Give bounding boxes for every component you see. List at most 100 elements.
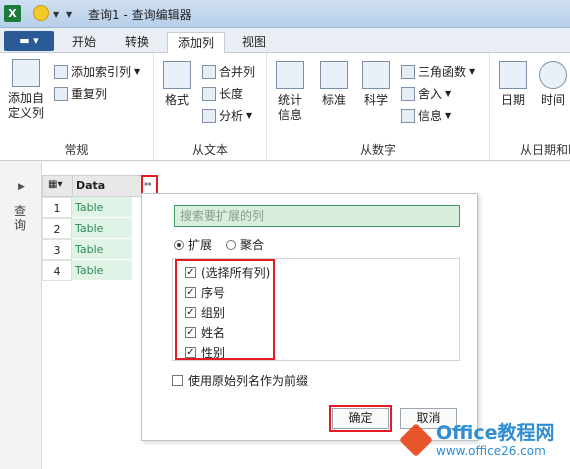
parse-button[interactable]: 分析 ▼ [202, 107, 252, 124]
mode-aggregate-label: 聚合 [240, 238, 265, 252]
merge-columns-icon [202, 64, 216, 79]
standard-math-icon [320, 61, 348, 89]
chevron-down-icon: ▼ [246, 111, 253, 120]
add-custom-column-label: 添加自定义列 [7, 91, 44, 120]
checkbox-unchecked-icon [172, 375, 183, 386]
table-cell[interactable]: Table [72, 197, 132, 218]
length-icon [202, 86, 216, 101]
table-cell[interactable]: Table [72, 239, 132, 260]
column-header-data[interactable]: Data [72, 175, 142, 197]
expand-pane-icon[interactable]: ▶ [18, 182, 25, 192]
parse-icon [202, 108, 216, 123]
group-from-text: 格式 合并列 长度 分析 ▼ 从文本 [154, 53, 267, 161]
exponent-icon [362, 61, 390, 89]
radio-unselected-icon [226, 239, 236, 250]
tab-add-column[interactable]: 添加列 [167, 32, 225, 53]
format-button[interactable]: 格式 [160, 61, 194, 108]
group-label-from-datetime: 从日期和时 [520, 143, 570, 157]
information-icon [401, 108, 415, 123]
information-label: 信息 [418, 109, 443, 123]
table-cell[interactable]: Table [72, 218, 132, 239]
group-from-number: 统计信息 标准 科学 三角函数 ▼ 舍入 ▼ 信息 ▼ 从数字 [267, 53, 490, 161]
highlight-box [175, 259, 275, 360]
statistics-label: 统计信息 [277, 93, 302, 122]
length-label: 长度 [219, 87, 244, 101]
time-button[interactable]: 时间 [536, 61, 570, 108]
standard-label: 标准 [321, 93, 346, 107]
group-label-general: 常规 [64, 143, 89, 157]
trigonometry-label: 三角函数 [418, 65, 467, 79]
calendar-icon [499, 61, 527, 89]
mode-expand-label: 扩展 [188, 238, 213, 252]
queries-pane: ▶ 查询 [0, 162, 42, 469]
group-from-datetime: 日期 时间 从日期和时 [490, 53, 570, 161]
row-number: 3 [42, 239, 72, 260]
time-label: 时间 [540, 93, 565, 107]
expand-icon: ⇔ [144, 180, 152, 190]
excel-icon[interactable]: X [4, 5, 21, 22]
watermark-url: www.office26.com [436, 444, 546, 458]
sigma-icon [276, 61, 304, 89]
chevron-down-icon: ▼ [445, 89, 452, 98]
duplicate-column-label: 重复列 [71, 87, 108, 101]
group-label-from-number: 从数字 [359, 143, 396, 157]
tab-view[interactable]: 视图 [232, 32, 276, 53]
watermark-title: Office教程网 [436, 422, 555, 444]
date-button[interactable]: 日期 [496, 61, 530, 108]
add-index-column-button[interactable]: 添加索引列 ▼ [54, 63, 140, 80]
customize-toolbar-icon[interactable]: ▼ [66, 10, 72, 19]
table-icon: ▦▾ [48, 179, 63, 190]
duplicate-column-icon [54, 86, 68, 101]
tab-transform[interactable]: 转换 [114, 32, 160, 53]
add-custom-column-button[interactable]: 添加自定义列 [6, 59, 46, 121]
index-column-icon [54, 64, 68, 79]
row-number: 2 [42, 218, 72, 239]
statistics-button[interactable]: 统计信息 [273, 61, 307, 123]
smiley-feedback-icon[interactable] [33, 5, 49, 21]
chevron-down-icon: ▼ [445, 111, 452, 120]
ribbon-tabs: ▬ ▾ 开始 转换 添加列 视图 [0, 28, 570, 53]
duplicate-column-button[interactable]: 重复列 [54, 85, 107, 102]
mode-aggregate-radio[interactable]: 聚合 [226, 236, 264, 253]
chevron-down-icon: ▼ [134, 67, 141, 76]
custom-column-icon [12, 59, 40, 87]
chevron-down-icon[interactable]: ▼ [53, 10, 59, 19]
table-cell[interactable]: Table [72, 260, 132, 281]
title-bar: X ▼ ▼ 查询1 - 查询编辑器 [0, 0, 570, 28]
group-general: 添加自定义列 添加索引列 ▼ 重复列 常规 [0, 53, 154, 161]
expand-columns-popup: 搜索要扩展的列 扩展 聚合 ✓ (选择所有列) ✓ 序号 ✓ 组别 ✓ 姓名 ✓… [141, 193, 478, 441]
merge-columns-button[interactable]: 合并列 [202, 63, 255, 80]
search-columns-input[interactable]: 搜索要扩展的列 [174, 205, 460, 227]
rounding-button[interactable]: 舍入 ▼ [401, 85, 451, 102]
rounding-label: 舍入 [418, 87, 443, 101]
use-prefix-checkbox[interactable]: 使用原始列名作为前缀 [172, 372, 308, 389]
queries-pane-label: 查询 [14, 204, 27, 232]
scientific-label: 科学 [363, 93, 388, 107]
length-button[interactable]: 长度 [202, 85, 243, 102]
row-number: 1 [42, 197, 72, 218]
group-label-from-text: 从文本 [191, 143, 228, 157]
highlight-box [329, 405, 392, 432]
table-menu-button[interactable]: ▦▾ [42, 175, 73, 197]
format-label: 格式 [164, 93, 189, 107]
add-index-column-label: 添加索引列 [71, 65, 132, 79]
scientific-button[interactable]: 科学 [359, 61, 393, 108]
use-prefix-label: 使用原始列名作为前缀 [188, 374, 309, 388]
parse-label: 分析 [219, 109, 244, 123]
trigonometry-button[interactable]: 三角函数 ▼ [401, 63, 475, 80]
file-menu-button[interactable]: ▬ ▾ [4, 31, 54, 51]
date-label: 日期 [500, 93, 525, 107]
merge-columns-label: 合并列 [219, 65, 256, 79]
ribbon: 添加自定义列 添加索引列 ▼ 重复列 常规 格式 合并列 长度 分析 ▼ 从文本… [0, 53, 570, 161]
rounding-icon [401, 86, 415, 101]
chevron-down-icon: ▼ [469, 67, 476, 76]
office-logo-icon [399, 423, 433, 457]
radio-selected-icon [174, 239, 184, 250]
watermark: Office教程网 www.office26.com [399, 422, 555, 458]
standard-button[interactable]: 标准 [317, 61, 351, 108]
tab-home[interactable]: 开始 [62, 32, 106, 53]
mode-expand-radio[interactable]: 扩展 [174, 236, 212, 253]
triangle-icon [401, 64, 415, 79]
information-button[interactable]: 信息 ▼ [401, 107, 451, 124]
clock-icon [539, 61, 567, 89]
